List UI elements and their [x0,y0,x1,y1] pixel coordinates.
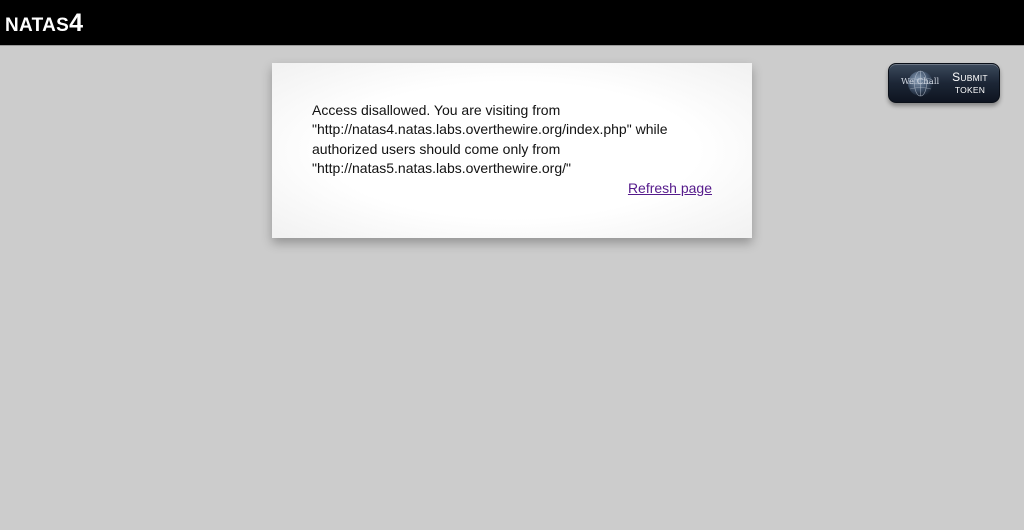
submit-token-label: Submit Token [947,71,993,96]
submit-token-button[interactable]: We Chall Submit Token [888,63,1000,103]
token-label: Token [954,85,986,95]
refresh-link-container: Refresh page [312,179,712,198]
header-bar: NATAS4 [0,0,1024,45]
wechall-brand-text: We Chall [901,77,940,87]
content-panel: Access disallowed. You are visiting from… [272,63,752,238]
submit-label: Submit [952,70,988,84]
logo-name: NATAS [5,15,70,36]
refresh-page-link[interactable]: Refresh page [628,180,712,196]
header-divider [0,45,1024,46]
logo-level-number: 4 [69,9,84,37]
site-logo[interactable]: NATAS4 [5,8,83,42]
access-message: Access disallowed. You are visiting from… [312,102,668,177]
